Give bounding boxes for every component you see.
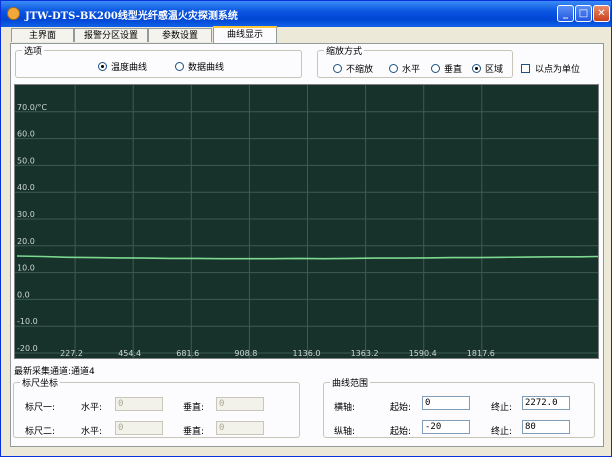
ruler1-h-input[interactable]: 0	[115, 397, 163, 411]
ruler1-v-label: 垂直:	[183, 403, 205, 413]
zoom-area-radio[interactable]: 区域	[472, 62, 503, 75]
x-end-input[interactable]: 2272.0	[522, 396, 570, 410]
y-end-label: 终止:	[491, 427, 513, 437]
x-end-label: 终止:	[491, 403, 513, 413]
ruler2-v-input[interactable]: 0	[216, 421, 264, 435]
y-axis-label: 纵轴:	[334, 427, 356, 437]
x-tick-label: 227.2	[60, 349, 83, 358]
minimize-button[interactable]: _	[557, 5, 574, 22]
zoom-area-radio-icon	[472, 64, 481, 73]
y-tick-label: 50.0	[17, 156, 35, 165]
maximize-button[interactable]: □	[575, 5, 592, 22]
zoom-group: 缩放方式 不缩放 水平 垂直 区域	[317, 44, 513, 78]
app-icon	[7, 7, 20, 20]
ruler2-v-label: 垂直:	[183, 427, 205, 437]
x-tick-label: 681.6	[176, 349, 199, 358]
zoom-none-radio-icon	[333, 64, 342, 73]
temp-curve-label: 温度曲线	[111, 63, 148, 73]
options-group-title: 选项	[22, 44, 45, 57]
zoom-group-title: 缩放方式	[324, 44, 365, 57]
zoom-none-label: 不缩放	[346, 65, 374, 75]
ruler2-h-input[interactable]: 0	[115, 421, 163, 435]
data-curve-radio-icon	[175, 62, 184, 71]
window-title: JTW-DTS-BK200线型光纤感温火灾探测系统	[25, 11, 238, 22]
y-tick-label: 30.0	[17, 210, 35, 219]
x-start-input[interactable]: 0	[422, 396, 470, 410]
zoom-vertical-radio[interactable]: 垂直	[431, 62, 462, 75]
zoom-horizontal-radio-icon	[389, 64, 398, 73]
tab-curve-display[interactable]: 曲线显示	[213, 26, 277, 43]
title-bar[interactable]: JTW-DTS-BK200线型光纤感温火灾探测系统 _ □ ✕	[1, 1, 611, 27]
options-group: 选项 温度曲线 数据曲线	[15, 44, 302, 78]
ruler1-v-input[interactable]: 0	[216, 397, 264, 411]
range-group-title: 曲线范围	[330, 376, 371, 389]
ruler2-label: 标尺二:	[25, 427, 56, 437]
tab-alarm-zone[interactable]: 报警分区设置	[74, 28, 148, 42]
temperature-chart[interactable]: 70.0/°C 60.0 50.0 40.0 30.0 20.0 10.0 0.0 -10.0 -…	[14, 84, 599, 359]
y-tick-label: 20.0	[17, 237, 35, 246]
x-tick-label: 1363.2	[351, 349, 379, 358]
ruler-group-title: 标尺坐标	[20, 376, 61, 389]
y-start-label: 起始:	[390, 427, 412, 437]
zoom-vertical-radio-icon	[431, 64, 440, 73]
zoom-none-radio[interactable]: 不缩放	[333, 62, 373, 75]
ruler1-label: 标尺一:	[25, 403, 56, 413]
y-tick-label: 60.0	[17, 130, 35, 139]
close-button[interactable]: ✕	[593, 5, 610, 22]
y-end-input[interactable]: 80	[522, 420, 570, 434]
data-curve-radio[interactable]: 数据曲线	[175, 60, 224, 73]
point-unit-label: 以点为单位	[535, 65, 581, 75]
ruler2-h-label: 水平:	[81, 427, 103, 437]
x-tick-label: 1590.4	[409, 349, 437, 358]
y-tick-label: 0.0	[17, 290, 30, 299]
tab-main[interactable]: 主界面	[11, 28, 74, 42]
zoom-horizontal-label: 水平	[402, 65, 421, 75]
temp-curve-radio-icon	[98, 62, 107, 71]
y-tick-label: 40.0	[17, 183, 35, 192]
y-tick-label: -20.0	[17, 344, 38, 353]
y-tick-label: -10.0	[17, 317, 38, 326]
y-start-input[interactable]: -20	[422, 420, 470, 434]
point-unit-checkbox-icon	[521, 64, 530, 73]
tab-parameters[interactable]: 参数设置	[148, 28, 212, 42]
zoom-area-label: 区域	[485, 65, 504, 75]
temp-curve-radio[interactable]: 温度曲线	[98, 60, 147, 73]
y-tick-label: 10.0	[17, 264, 35, 273]
data-curve-label: 数据曲线	[188, 63, 225, 73]
main-window: JTW-DTS-BK200线型光纤感温火灾探测系统 _ □ ✕ 主界面 报警分区…	[0, 0, 612, 457]
x-tick-label: 454.4	[118, 349, 141, 358]
x-start-label: 起始:	[390, 403, 412, 413]
point-unit-checkbox[interactable]: 以点为单位	[521, 62, 580, 75]
y-tick-label: 70.0/°C	[17, 103, 48, 112]
zoom-vertical-label: 垂直	[444, 65, 463, 75]
x-tick-label: 1136.0	[293, 349, 321, 358]
chart-svg: 70.0/°C 60.0 50.0 40.0 30.0 20.0 10.0 0.0 -10.0 -…	[15, 85, 598, 358]
x-tick-label: 1817.6	[467, 349, 495, 358]
zoom-horizontal-radio[interactable]: 水平	[389, 62, 420, 75]
x-axis-label: 横轴:	[334, 403, 356, 413]
x-tick-label: 908.8	[234, 349, 257, 358]
ruler1-h-label: 水平:	[81, 403, 103, 413]
